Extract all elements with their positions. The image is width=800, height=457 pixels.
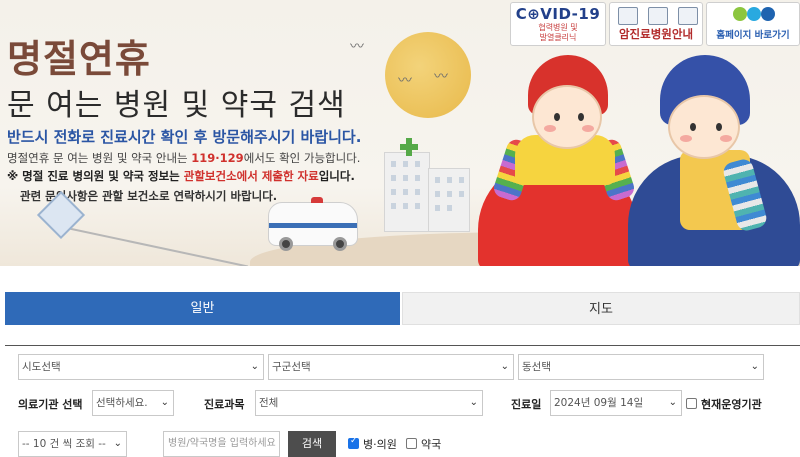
crane-icon: 〰 [398,73,412,89]
chevron-down-icon: ⌄ [250,361,259,372]
dong-select[interactable]: 동선택 ⌄ [518,354,764,380]
cancer-hospital-label: 암진료병원안내 [618,27,694,41]
hospital-checkbox-label: 병·의원 [363,438,397,451]
notice-source-highlight: 관할보건소에서 제출한 자료 [183,169,319,183]
notice-call-first: 반드시 전화로 진료시간 확인 후 방문해주시기 바랍니다. [7,128,362,146]
org-type-label: 의료기관 선택 [18,398,83,411]
form-divider [5,345,800,346]
hospital-icon [618,7,638,25]
banner-subtitle: 문 여는 병원 및 약국 검색 [7,88,346,123]
notice-source-pre: ※ 명절 진료 병의원 및 약국 정보는 [7,169,184,183]
chevron-down-icon: ⌄ [113,438,122,449]
tab-general[interactable]: 일반 [5,292,400,325]
page-size-select-value: -- 10 건 씩 조회 -- [22,438,106,450]
pharmacy-checkbox[interactable] [406,438,417,449]
org-type-select[interactable]: 선택하세요. ⌄ [92,390,174,416]
search-mode-tabs: 일반 지도 [5,292,800,325]
chevron-down-icon: ⌄ [500,361,509,372]
crane-icon: 〰 [350,39,364,55]
sido-select-value: 시도선택 [22,361,61,373]
sido-select[interactable]: 시도선택 ⌄ [18,354,264,380]
org-type-select-value: 선택하세요. [96,397,148,409]
current-open-checkbox[interactable] [686,398,697,409]
chevron-down-icon: ⌄ [750,361,759,372]
search-button[interactable]: 검색 [288,431,336,457]
page-size-select[interactable]: -- 10 건 씩 조회 -- ⌄ [18,431,127,457]
logo-icon [747,7,761,21]
banner-title: 명절연휴 [7,37,151,81]
logo-icon [733,7,747,21]
chevron-down-icon: ⌄ [469,397,478,408]
kite-string [61,226,249,266]
notice-source-post: 입니다. [318,169,355,183]
covid-sub-2: 발열클리닉 [539,33,577,42]
hospital-building-illustration [384,152,430,232]
notice-119: 명절연휴 문 여는 병원 및 약국 안내는 119·129에서도 확인 가능합니… [7,150,360,166]
clinic-icon [648,7,668,25]
boy-face-illustration [668,95,740,159]
covid-hospital-link[interactable]: C⊕VID-19 협력병원 및 발열클리닉 [510,2,606,46]
homepage-label: 홈페이지 바로가기 [716,30,790,41]
logo-icon [761,7,775,21]
holiday-banner: 〰 〰 〰 명절연휴 문 여는 병원 및 약국 검색 반드시 전화로 진료시간 … [0,0,800,266]
pharmacy-checkbox-label: 약국 [421,438,442,451]
date-select-value: 2024년 09월 14일 [554,397,644,409]
dept-select[interactable]: 전체 ⌄ [255,390,483,416]
search-input-placeholder: 병원/약국명을 입력하세요 [168,438,276,449]
medical-cross-icon [400,138,418,156]
chevron-down-icon: ⌄ [160,397,169,408]
chevron-down-icon: ⌄ [668,397,677,408]
notice-119-post: 에서도 확인 가능합니다. [243,151,361,165]
search-input[interactable]: 병원/약국명을 입력하세요 [163,431,280,457]
cancer-hospital-link[interactable]: 암진료병원안내 [609,2,703,46]
ambulance-illustration [268,197,358,251]
dept-label: 진료과목 [204,398,245,411]
covid-sub-1: 협력병원 및 [538,23,578,32]
date-select[interactable]: 2024년 09월 14일 ⌄ [550,390,682,416]
current-open-label: 현재운영기관 [701,398,762,411]
tab-map[interactable]: 지도 [402,292,800,325]
gugun-select[interactable]: 구군선택 ⌄ [268,354,514,380]
dept-select-value: 전체 [259,397,279,409]
notice-source: ※ 명절 진료 병의원 및 약국 정보는 관할보건소에서 제출한 자료입니다. [7,168,355,184]
gugun-select-value: 구군선택 [272,361,311,373]
date-label: 진료일 [511,398,542,411]
building-illustration [428,168,470,232]
notice-119-number: 119·129 [191,151,244,165]
ambulance-icon [678,7,698,25]
hospital-checkbox[interactable] [348,436,359,449]
girl-face-illustration [532,85,602,149]
dong-select-value: 동선택 [522,361,551,373]
covid-title: C⊕VID-19 [515,5,601,23]
homepage-link[interactable]: 홈페이지 바로가기 [706,2,800,46]
notice-119-pre: 명절연휴 문 여는 병원 및 약국 안내는 [7,151,192,165]
crane-icon: 〰 [434,69,448,85]
